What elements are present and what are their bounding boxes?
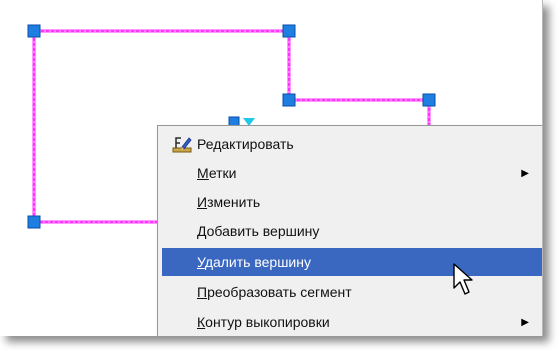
menu-item-label: Редактировать [197,136,294,152]
selected-polyline[interactable] [34,29,431,126]
menu-item-edit[interactable]: Редактировать [162,130,542,158]
menu-item-label: Добавить вершину [197,223,320,239]
menu-item-label: Удалить вершину [197,254,311,270]
vertex-grip[interactable] [27,24,41,38]
menu-item-modify[interactable]: Изменить [162,188,542,216]
mouse-pointer-icon [453,263,473,295]
vertex-grip[interactable] [422,93,436,107]
menu-item-label: Преобразовать сегмент [197,284,352,300]
context-menu[interactable]: Редактировать Метки ▶ Изменить Добавить … [157,125,542,336]
edit-polyline-icon [172,137,192,153]
drawing-canvas[interactable]: Редактировать Метки ▶ Изменить Добавить … [0,0,543,336]
menu-item-label: Метки [197,165,237,181]
menu-item-label: Контур выкопировки [197,314,330,330]
vertex-grip[interactable] [27,215,41,229]
menu-item-label: Изменить [197,194,261,210]
submenu-arrow-icon: ▶ [521,167,529,179]
menu-item-convert-segment[interactable]: Преобразовать сегмент [162,278,542,306]
menu-item-delete-vertex[interactable]: Удалить вершину [162,248,542,276]
vertex-grip[interactable] [282,93,296,107]
menu-item-labels[interactable]: Метки ▶ [162,159,542,187]
menu-item-copy-contour[interactable]: Контур выкопировки ▶ [162,308,542,336]
vertex-grip[interactable] [282,24,296,38]
selected-polyline-left[interactable] [32,31,157,224]
submenu-arrow-icon: ▶ [521,316,529,328]
menu-item-add-vertex[interactable]: Добавить вершину [162,217,542,245]
